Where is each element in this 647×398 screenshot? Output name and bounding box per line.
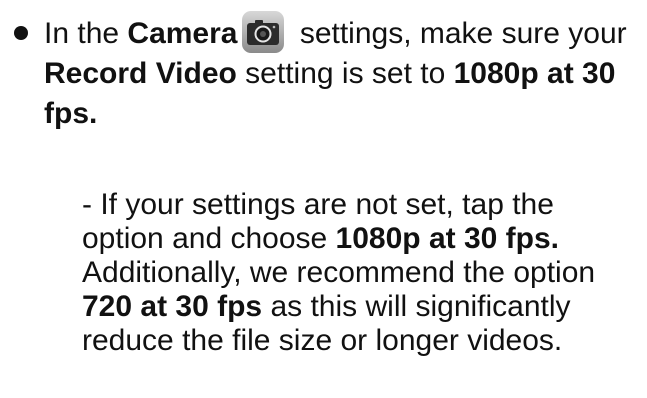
sub-instruction: - If your settings are not set, tap the … bbox=[82, 188, 642, 358]
record-video-label: Record Video bbox=[44, 57, 237, 91]
bullet-dot bbox=[14, 26, 28, 40]
camera-label: Camera bbox=[127, 17, 238, 50]
text-setting-is-set-to: setting is set to bbox=[236, 57, 454, 91]
bullet-text: In the Camera settings, make sure your R… bbox=[44, 11, 639, 134]
resolution-720: 720 at 30 fps bbox=[82, 290, 263, 323]
camera-app-icon bbox=[241, 10, 285, 54]
text-settings-make-sure: settings, make sure your bbox=[291, 17, 627, 50]
instruction-bullet: In the Camera settings, make sure your R… bbox=[14, 11, 639, 134]
text-recommend: Additionally, we recommend the option bbox=[82, 256, 596, 289]
text-in-the: In the bbox=[44, 17, 128, 50]
resolution-1080p-choice: 1080p at 30 fps. bbox=[335, 222, 559, 255]
